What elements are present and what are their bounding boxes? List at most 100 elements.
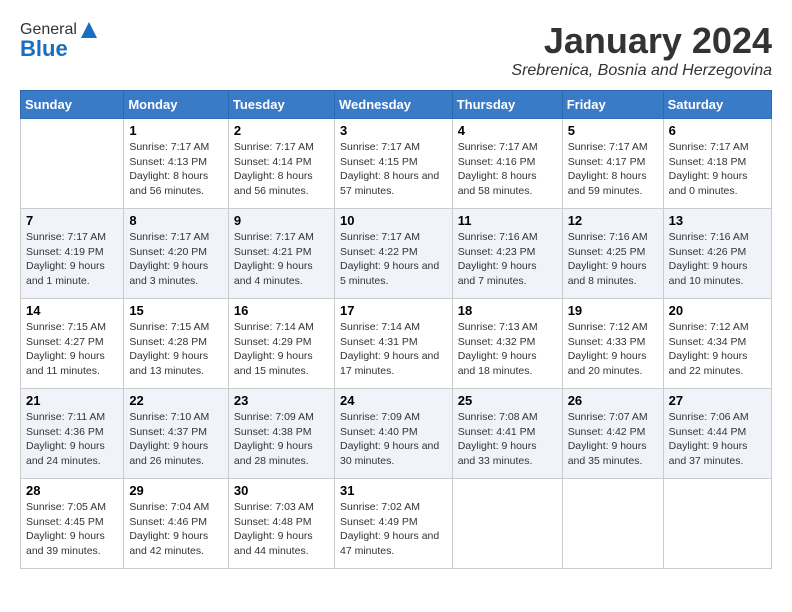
day-info: Sunrise: 7:09 AMSunset: 4:38 PMDaylight:… [234, 411, 314, 467]
day-number: 10 [340, 213, 447, 228]
calendar-cell: 18 Sunrise: 7:13 AMSunset: 4:32 PMDaylig… [452, 299, 562, 389]
calendar-cell: 17 Sunrise: 7:14 AMSunset: 4:31 PMDaylig… [334, 299, 452, 389]
day-info: Sunrise: 7:14 AMSunset: 4:31 PMDaylight:… [340, 321, 439, 377]
calendar-cell: 24 Sunrise: 7:09 AMSunset: 4:40 PMDaylig… [334, 389, 452, 479]
day-info: Sunrise: 7:10 AMSunset: 4:37 PMDaylight:… [129, 411, 209, 467]
day-number: 16 [234, 303, 329, 318]
page-header: General Blue January 2024 Srebrenica, Bo… [20, 20, 772, 80]
day-info: Sunrise: 7:17 AMSunset: 4:19 PMDaylight:… [26, 231, 106, 287]
calendar-cell: 11 Sunrise: 7:16 AMSunset: 4:23 PMDaylig… [452, 209, 562, 299]
calendar-cell: 6 Sunrise: 7:17 AMSunset: 4:18 PMDayligh… [663, 119, 771, 209]
calendar-cell: 2 Sunrise: 7:17 AMSunset: 4:14 PMDayligh… [228, 119, 334, 209]
day-info: Sunrise: 7:02 AMSunset: 4:49 PMDaylight:… [340, 501, 439, 557]
day-number: 12 [568, 213, 658, 228]
calendar-cell: 25 Sunrise: 7:08 AMSunset: 4:41 PMDaylig… [452, 389, 562, 479]
day-info: Sunrise: 7:07 AMSunset: 4:42 PMDaylight:… [568, 411, 648, 467]
month-title: January 2024 [511, 20, 772, 62]
header-monday: Monday [124, 91, 229, 119]
day-number: 2 [234, 123, 329, 138]
day-info: Sunrise: 7:16 AMSunset: 4:25 PMDaylight:… [568, 231, 648, 287]
calendar-week-4: 21 Sunrise: 7:11 AMSunset: 4:36 PMDaylig… [21, 389, 772, 479]
day-number: 28 [26, 483, 118, 498]
calendar-cell: 30 Sunrise: 7:03 AMSunset: 4:48 PMDaylig… [228, 479, 334, 569]
calendar-cell: 1 Sunrise: 7:17 AMSunset: 4:13 PMDayligh… [124, 119, 229, 209]
calendar-header-row: SundayMondayTuesdayWednesdayThursdayFrid… [21, 91, 772, 119]
day-info: Sunrise: 7:17 AMSunset: 4:20 PMDaylight:… [129, 231, 209, 287]
day-number: 23 [234, 393, 329, 408]
day-number: 13 [669, 213, 766, 228]
title-block: January 2024 Srebrenica, Bosnia and Herz… [511, 20, 772, 80]
day-number: 21 [26, 393, 118, 408]
calendar-cell: 31 Sunrise: 7:02 AMSunset: 4:49 PMDaylig… [334, 479, 452, 569]
day-info: Sunrise: 7:08 AMSunset: 4:41 PMDaylight:… [458, 411, 538, 467]
day-info: Sunrise: 7:12 AMSunset: 4:33 PMDaylight:… [568, 321, 648, 377]
day-info: Sunrise: 7:13 AMSunset: 4:32 PMDaylight:… [458, 321, 538, 377]
calendar-cell [452, 479, 562, 569]
calendar-cell: 19 Sunrise: 7:12 AMSunset: 4:33 PMDaylig… [562, 299, 663, 389]
calendar-cell: 14 Sunrise: 7:15 AMSunset: 4:27 PMDaylig… [21, 299, 124, 389]
day-info: Sunrise: 7:15 AMSunset: 4:28 PMDaylight:… [129, 321, 209, 377]
day-info: Sunrise: 7:14 AMSunset: 4:29 PMDaylight:… [234, 321, 314, 377]
calendar-table: SundayMondayTuesdayWednesdayThursdayFrid… [20, 90, 772, 569]
day-info: Sunrise: 7:17 AMSunset: 4:16 PMDaylight:… [458, 141, 538, 197]
calendar-cell: 3 Sunrise: 7:17 AMSunset: 4:15 PMDayligh… [334, 119, 452, 209]
header-wednesday: Wednesday [334, 91, 452, 119]
day-number: 18 [458, 303, 557, 318]
day-number: 24 [340, 393, 447, 408]
day-number: 31 [340, 483, 447, 498]
calendar-cell [562, 479, 663, 569]
day-info: Sunrise: 7:17 AMSunset: 4:21 PMDaylight:… [234, 231, 314, 287]
day-info: Sunrise: 7:16 AMSunset: 4:26 PMDaylight:… [669, 231, 749, 287]
day-info: Sunrise: 7:05 AMSunset: 4:45 PMDaylight:… [26, 501, 106, 557]
calendar-cell: 13 Sunrise: 7:16 AMSunset: 4:26 PMDaylig… [663, 209, 771, 299]
day-number: 3 [340, 123, 447, 138]
logo-icon [79, 20, 99, 40]
day-number: 9 [234, 213, 329, 228]
day-info: Sunrise: 7:11 AMSunset: 4:36 PMDaylight:… [26, 411, 105, 467]
day-number: 6 [669, 123, 766, 138]
header-friday: Friday [562, 91, 663, 119]
day-number: 30 [234, 483, 329, 498]
day-number: 1 [129, 123, 223, 138]
calendar-cell: 15 Sunrise: 7:15 AMSunset: 4:28 PMDaylig… [124, 299, 229, 389]
calendar-cell [21, 119, 124, 209]
calendar-week-3: 14 Sunrise: 7:15 AMSunset: 4:27 PMDaylig… [21, 299, 772, 389]
calendar-week-2: 7 Sunrise: 7:17 AMSunset: 4:19 PMDayligh… [21, 209, 772, 299]
day-info: Sunrise: 7:17 AMSunset: 4:13 PMDaylight:… [129, 141, 209, 197]
calendar-cell: 26 Sunrise: 7:07 AMSunset: 4:42 PMDaylig… [562, 389, 663, 479]
header-tuesday: Tuesday [228, 91, 334, 119]
day-info: Sunrise: 7:12 AMSunset: 4:34 PMDaylight:… [669, 321, 749, 377]
day-info: Sunrise: 7:04 AMSunset: 4:46 PMDaylight:… [129, 501, 209, 557]
calendar-cell: 23 Sunrise: 7:09 AMSunset: 4:38 PMDaylig… [228, 389, 334, 479]
day-info: Sunrise: 7:17 AMSunset: 4:17 PMDaylight:… [568, 141, 648, 197]
day-number: 27 [669, 393, 766, 408]
calendar-cell: 8 Sunrise: 7:17 AMSunset: 4:20 PMDayligh… [124, 209, 229, 299]
logo-blue-text: Blue [20, 36, 68, 62]
calendar-cell: 4 Sunrise: 7:17 AMSunset: 4:16 PMDayligh… [452, 119, 562, 209]
day-info: Sunrise: 7:06 AMSunset: 4:44 PMDaylight:… [669, 411, 749, 467]
calendar-cell: 28 Sunrise: 7:05 AMSunset: 4:45 PMDaylig… [21, 479, 124, 569]
day-number: 26 [568, 393, 658, 408]
day-info: Sunrise: 7:17 AMSunset: 4:15 PMDaylight:… [340, 141, 439, 197]
day-info: Sunrise: 7:17 AMSunset: 4:14 PMDaylight:… [234, 141, 314, 197]
calendar-cell: 5 Sunrise: 7:17 AMSunset: 4:17 PMDayligh… [562, 119, 663, 209]
day-number: 22 [129, 393, 223, 408]
day-number: 7 [26, 213, 118, 228]
logo: General Blue [20, 20, 101, 62]
day-info: Sunrise: 7:17 AMSunset: 4:18 PMDaylight:… [669, 141, 749, 197]
location-title: Srebrenica, Bosnia and Herzegovina [511, 62, 772, 80]
header-sunday: Sunday [21, 91, 124, 119]
calendar-cell: 10 Sunrise: 7:17 AMSunset: 4:22 PMDaylig… [334, 209, 452, 299]
calendar-cell: 9 Sunrise: 7:17 AMSunset: 4:21 PMDayligh… [228, 209, 334, 299]
day-number: 15 [129, 303, 223, 318]
day-number: 14 [26, 303, 118, 318]
day-number: 11 [458, 213, 557, 228]
calendar-cell: 12 Sunrise: 7:16 AMSunset: 4:25 PMDaylig… [562, 209, 663, 299]
day-number: 19 [568, 303, 658, 318]
day-info: Sunrise: 7:17 AMSunset: 4:22 PMDaylight:… [340, 231, 439, 287]
day-info: Sunrise: 7:03 AMSunset: 4:48 PMDaylight:… [234, 501, 314, 557]
day-info: Sunrise: 7:16 AMSunset: 4:23 PMDaylight:… [458, 231, 538, 287]
day-info: Sunrise: 7:09 AMSunset: 4:40 PMDaylight:… [340, 411, 439, 467]
day-number: 8 [129, 213, 223, 228]
day-number: 5 [568, 123, 658, 138]
